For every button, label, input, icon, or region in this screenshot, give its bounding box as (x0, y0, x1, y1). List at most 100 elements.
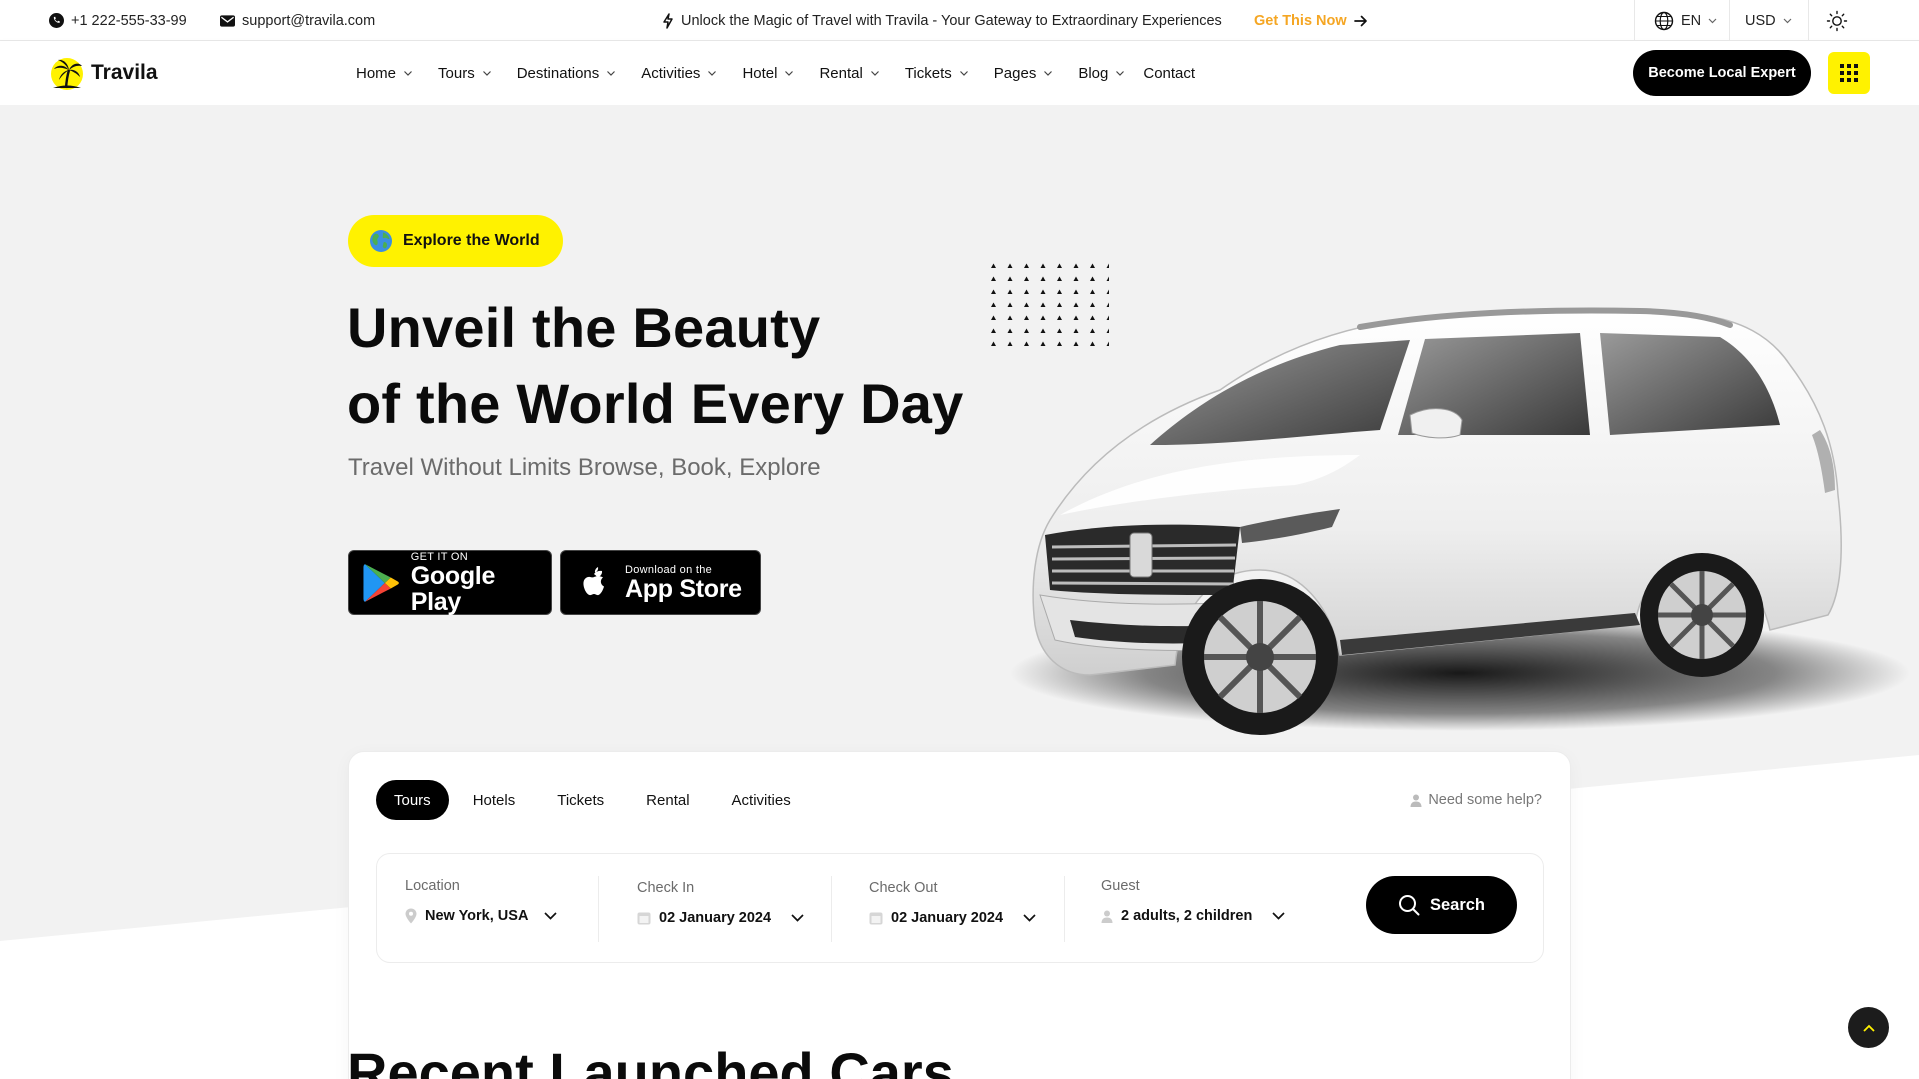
help-label: Need some help? (1428, 792, 1542, 808)
language-value: EN (1681, 12, 1702, 29)
checkin-value: 02 January 2024 (659, 910, 772, 926)
google-play-big-text: Google Play (410, 561, 496, 616)
nav-label: Rental (819, 64, 863, 82)
logo-text: Travila (91, 61, 158, 84)
email-address: support@travila.com (242, 12, 376, 29)
theme-toggle[interactable] (1826, 0, 1848, 41)
nav-label: Home (356, 64, 397, 82)
nav-item-pages[interactable]: Pages (994, 65, 1054, 82)
checkout-field[interactable]: Check Out 02 January 2024 (832, 854, 1064, 964)
search-fields: Location New York, USA Check In 02 Janua… (376, 853, 1544, 963)
divider (1729, 0, 1730, 41)
google-play-icon (363, 563, 399, 602)
currency-value: USD (1745, 12, 1776, 29)
sun-icon (1826, 10, 1848, 31)
phone-contact[interactable]: +1 222-555-33-99 (49, 0, 187, 41)
checkin-select[interactable]: 02 January 2024 (637, 910, 804, 926)
nav-label: Contact (1143, 64, 1196, 82)
hero-section: Explore the World Unveil the Beauty of t… (0, 105, 1919, 1079)
nav-label: Destinations (516, 64, 600, 82)
nav-label: Tours (438, 64, 475, 82)
user-icon (1101, 910, 1113, 923)
tab-tickets[interactable]: Tickets (539, 780, 622, 820)
arrow-right-icon (1353, 15, 1367, 26)
search-card: Tours Hotels Tickets Rental Activities N… (348, 751, 1571, 1079)
nav-item-contact[interactable]: Contact (1143, 65, 1195, 82)
search-icon (1398, 895, 1420, 916)
chevron-down-icon (482, 71, 491, 76)
nav-item-destinations[interactable]: Destinations (517, 65, 617, 82)
location-label: Location (405, 878, 460, 894)
guest-label: Guest (1101, 878, 1140, 894)
user-icon (1410, 794, 1422, 807)
google-play-small-text: GET IT ON (410, 550, 469, 563)
nav-item-activities[interactable]: Activities (641, 65, 717, 82)
promo-cta-label: Get This Now (1254, 12, 1347, 29)
phone-icon (49, 13, 64, 28)
nav-item-tours[interactable]: Tours (438, 65, 492, 82)
phone-number: +1 222-555-33-99 (71, 12, 187, 29)
guest-field[interactable]: Guest 2 adults, 2 children (1065, 854, 1325, 964)
chevron-down-icon (959, 71, 968, 76)
main-header: Travila Home Tours Destinations Activiti… (0, 41, 1919, 105)
language-selector[interactable]: EN (1654, 0, 1717, 41)
google-play-button[interactable]: GET IT ON Google Play (348, 550, 552, 615)
chevron-down-icon (870, 71, 879, 76)
nav-item-blog[interactable]: Blog (1078, 65, 1125, 82)
grid-menu-icon (1840, 64, 1858, 82)
promo-message: Unlock the Magic of Travel with Travila … (662, 0, 1222, 41)
scroll-to-top-button[interactable] (1848, 1007, 1889, 1048)
nav-item-rental[interactable]: Rental (819, 65, 879, 82)
app-store-button[interactable]: Download on the App Store (560, 550, 761, 615)
search-tabs: Tours Hotels Tickets Rental Activities (376, 780, 809, 820)
checkin-label: Check In (637, 880, 695, 896)
nav-label: Blog (1078, 64, 1109, 82)
chevron-down-icon (1272, 912, 1285, 920)
section-title: Recent Launched Cars (347, 1041, 954, 1079)
hero-subtitle: Travel Without Limits Browse, Book, Expl… (348, 454, 821, 481)
checkout-select[interactable]: 02 January 2024 (869, 910, 1036, 926)
app-store-big-text: App Store (625, 574, 742, 603)
globe-emoji-icon (370, 230, 392, 252)
tab-activities[interactable]: Activities (714, 780, 809, 820)
chevron-down-icon (1023, 914, 1036, 922)
checkout-label: Check Out (869, 880, 938, 896)
badge-label: Explore the World (403, 232, 540, 249)
become-local-expert-button[interactable]: Become Local Expert (1633, 50, 1811, 96)
tab-hotels[interactable]: Hotels (455, 780, 534, 820)
chevron-down-icon (404, 71, 412, 76)
nav-item-home[interactable]: Home (356, 65, 413, 82)
search-button[interactable]: Search (1366, 876, 1517, 934)
divider (1808, 0, 1809, 41)
nav-item-tickets[interactable]: Tickets (905, 65, 969, 82)
checkin-field[interactable]: Check In 02 January 2024 (599, 854, 831, 964)
grid-menu-button[interactable] (1828, 52, 1870, 94)
email-contact[interactable]: support@travila.com (220, 0, 375, 41)
chevron-down-icon (1708, 18, 1717, 23)
apple-icon (583, 566, 604, 595)
guest-select[interactable]: 2 adults, 2 children (1101, 908, 1285, 924)
tab-tours[interactable]: Tours (376, 780, 449, 820)
palm-tree-logo-icon (51, 58, 83, 90)
help-link[interactable]: Need some help? (1410, 792, 1542, 808)
hero-title: Unveil the Beauty of the World Every Day (347, 290, 963, 442)
explore-badge: Explore the World (348, 215, 563, 267)
nav-label: Pages (993, 64, 1037, 82)
chevron-down-icon (1116, 71, 1125, 76)
nav-label: Hotel (742, 64, 778, 82)
location-field[interactable]: Location New York, USA (377, 854, 597, 964)
location-select[interactable]: New York, USA (405, 908, 558, 924)
location-value: New York, USA (425, 908, 529, 924)
currency-selector[interactable]: USD (1745, 0, 1792, 41)
divider (1634, 0, 1635, 41)
promo-cta-link[interactable]: Get This Now (1254, 0, 1368, 41)
app-store-small-text: Download on the (625, 563, 713, 576)
nav-label: Activities (641, 64, 701, 82)
logo[interactable]: Travila (49, 55, 158, 91)
chevron-down-icon (785, 71, 794, 76)
chevron-down-icon (1783, 18, 1792, 23)
chevron-down-icon (544, 912, 558, 920)
tab-rental[interactable]: Rental (628, 780, 707, 820)
chevron-down-icon (791, 914, 804, 922)
nav-item-hotel[interactable]: Hotel (742, 65, 794, 82)
